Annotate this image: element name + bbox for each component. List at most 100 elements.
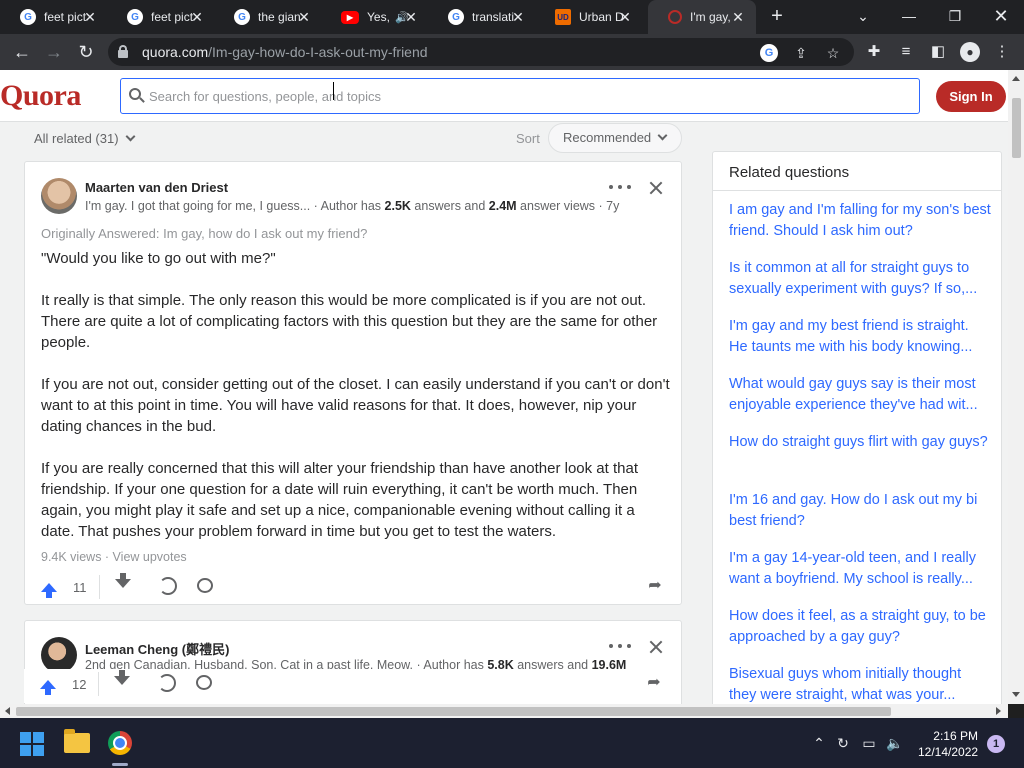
browser-tab-active[interactable]: I'm gay, ✕: [648, 0, 756, 34]
google-icon: G: [20, 9, 36, 25]
answer-card: Maarten van den Driest I'm gay. I got th…: [24, 161, 682, 605]
extensions-icon[interactable]: ✚: [864, 42, 884, 62]
close-icon[interactable]: [649, 640, 663, 654]
quora-logo[interactable]: Quora: [0, 79, 81, 113]
reshare-icon[interactable]: [159, 577, 177, 595]
close-icon[interactable]: ✕: [296, 9, 312, 25]
minimize-button[interactable]: —: [886, 0, 932, 34]
back-button[interactable]: ←: [10, 40, 34, 64]
maximize-button[interactable]: ❐: [932, 0, 978, 34]
scroll-right-arrow-icon[interactable]: [996, 707, 1001, 715]
close-icon[interactable]: ✕: [617, 9, 633, 25]
sort-dropdown[interactable]: Recommended: [548, 123, 682, 153]
horizontal-scrollbar[interactable]: [0, 704, 1008, 718]
chevron-up-icon[interactable]: ⌃: [810, 734, 828, 752]
tab-search-icon[interactable]: ⌄: [840, 0, 886, 34]
sign-in-button[interactable]: Sign In: [936, 81, 1006, 112]
answer-meta[interactable]: 9.4K views · View upvotes: [41, 550, 187, 564]
close-icon[interactable]: ✕: [403, 9, 419, 25]
close-icon[interactable]: ✕: [510, 9, 526, 25]
date: 12/14/2022: [918, 745, 979, 759]
browser-tab[interactable]: G translati ✕: [428, 0, 536, 34]
address-bar[interactable]: quora.com/Im-gay-how-do-I-ask-out-my-fri…: [108, 38, 854, 66]
divider: [713, 190, 1001, 191]
volume-icon[interactable]: 🔈: [886, 734, 904, 752]
google-icon: G: [234, 9, 250, 25]
downvote-icon[interactable]: [115, 573, 131, 588]
browser-tab[interactable]: UD Urban D ✕: [535, 0, 643, 34]
browser-tab[interactable]: ▶ Yes, 🔊 ✕: [321, 0, 429, 34]
vertical-scrollbar[interactable]: [1008, 70, 1024, 704]
related-question-link[interactable]: I'm a gay 14-year-old teen, and I really…: [729, 548, 991, 590]
search-input[interactable]: [149, 86, 909, 106]
profile-icon[interactable]: ●: [960, 42, 980, 62]
divider: [98, 575, 100, 599]
notification-badge[interactable]: 1: [987, 735, 1005, 753]
tab-title: I'm gay,: [690, 10, 731, 24]
scroll-down-arrow-icon[interactable]: [1012, 692, 1020, 697]
chrome-icon[interactable]: [108, 731, 132, 755]
display-icon[interactable]: ▭: [860, 734, 878, 752]
answer-paragraph: It really is that simple. The only reaso…: [41, 292, 658, 351]
related-question-link[interactable]: Bisexual guys whom initially thought the…: [729, 664, 991, 704]
answer-actions-sticky: 12 ➦: [24, 669, 680, 703]
chevron-down-icon: [657, 130, 668, 141]
media-control-icon[interactable]: ≡: [896, 42, 916, 62]
comment-icon[interactable]: [197, 578, 213, 593]
share-icon[interactable]: ➦: [644, 674, 664, 692]
search-box[interactable]: [120, 78, 920, 114]
scrollbar-thumb[interactable]: [16, 707, 891, 716]
browser-tab[interactable]: G the gian ✕: [214, 0, 322, 34]
browser-tab[interactable]: G feet pict ✕: [107, 0, 215, 34]
avatar[interactable]: [41, 178, 77, 214]
tab-title: feet pict: [44, 10, 87, 24]
related-question-link[interactable]: What would gay guys say is their most en…: [729, 374, 991, 416]
related-question-link[interactable]: How do straight guys flirt with gay guys…: [729, 432, 991, 453]
more-options-icon[interactable]: [609, 639, 631, 653]
related-question-link[interactable]: I am gay and I'm falling for my son's be…: [729, 200, 991, 242]
reshare-icon[interactable]: [158, 674, 176, 692]
all-related-dropdown[interactable]: All related (31): [34, 131, 135, 146]
forward-button[interactable]: →: [42, 40, 66, 64]
lock-icon[interactable]: [118, 45, 128, 58]
browser-toolbar: ← → ↻ quora.com/Im-gay-how-do-I-ask-out-…: [0, 34, 1024, 70]
scroll-left-arrow-icon[interactable]: [5, 707, 10, 715]
author-name[interactable]: Maarten van den Driest: [85, 180, 228, 195]
share-icon[interactable]: ⇪: [792, 44, 810, 62]
related-question-link[interactable]: Is it common at all for straight guys to…: [729, 258, 991, 300]
share-icon[interactable]: ➦: [645, 577, 665, 595]
originally-answered[interactable]: Originally Answered: Im gay, how do I as…: [41, 226, 367, 241]
url-domain: quora.com: [142, 44, 209, 60]
related-question-link[interactable]: I'm 16 and gay. How do I ask out my bi b…: [729, 490, 991, 532]
upvote-button[interactable]: 11: [41, 572, 100, 602]
bookmark-star-icon[interactable]: ☆: [824, 44, 842, 62]
scroll-up-arrow-icon[interactable]: [1012, 76, 1020, 81]
close-window-button[interactable]: ✕: [978, 0, 1024, 34]
more-options-icon[interactable]: [609, 180, 631, 194]
close-icon[interactable]: ✕: [82, 9, 98, 25]
menu-kebab-icon[interactable]: ⋮: [992, 42, 1012, 62]
author-name[interactable]: Leeman Cheng (鄭禮民): [85, 639, 229, 658]
related-question-link[interactable]: How does it feel, as a straight guy, to …: [729, 606, 991, 648]
related-question-link[interactable]: I'm gay and my best friend is straight. …: [729, 316, 991, 358]
related-questions-panel: Related questions I am gay and I'm falli…: [712, 151, 1002, 704]
downvote-icon[interactable]: [114, 670, 130, 685]
sync-icon[interactable]: ↻: [834, 734, 852, 752]
file-explorer-icon[interactable]: [64, 729, 90, 753]
close-icon[interactable]: [649, 181, 663, 195]
avatar[interactable]: [41, 637, 77, 673]
side-panel-icon[interactable]: ◧: [928, 42, 948, 62]
google-lens-icon[interactable]: G: [760, 44, 778, 62]
comment-icon[interactable]: [196, 675, 212, 690]
close-icon[interactable]: ✕: [189, 9, 205, 25]
clock[interactable]: 2:16 PM 12/14/2022: [918, 728, 978, 760]
scrollbar-thumb[interactable]: [1012, 98, 1021, 158]
browser-tab-strip: G feet pict ✕ G feet pict ✕ G the gian ✕…: [0, 0, 1024, 34]
upvote-button[interactable]: 12: [40, 669, 100, 699]
tab-title: the gian: [258, 10, 301, 24]
close-icon[interactable]: ✕: [730, 9, 746, 25]
browser-tab[interactable]: G feet pict ✕: [0, 0, 108, 34]
new-tab-button[interactable]: +: [766, 6, 788, 28]
reload-button[interactable]: ↻: [74, 40, 98, 64]
windows-start-icon[interactable]: [20, 732, 44, 756]
